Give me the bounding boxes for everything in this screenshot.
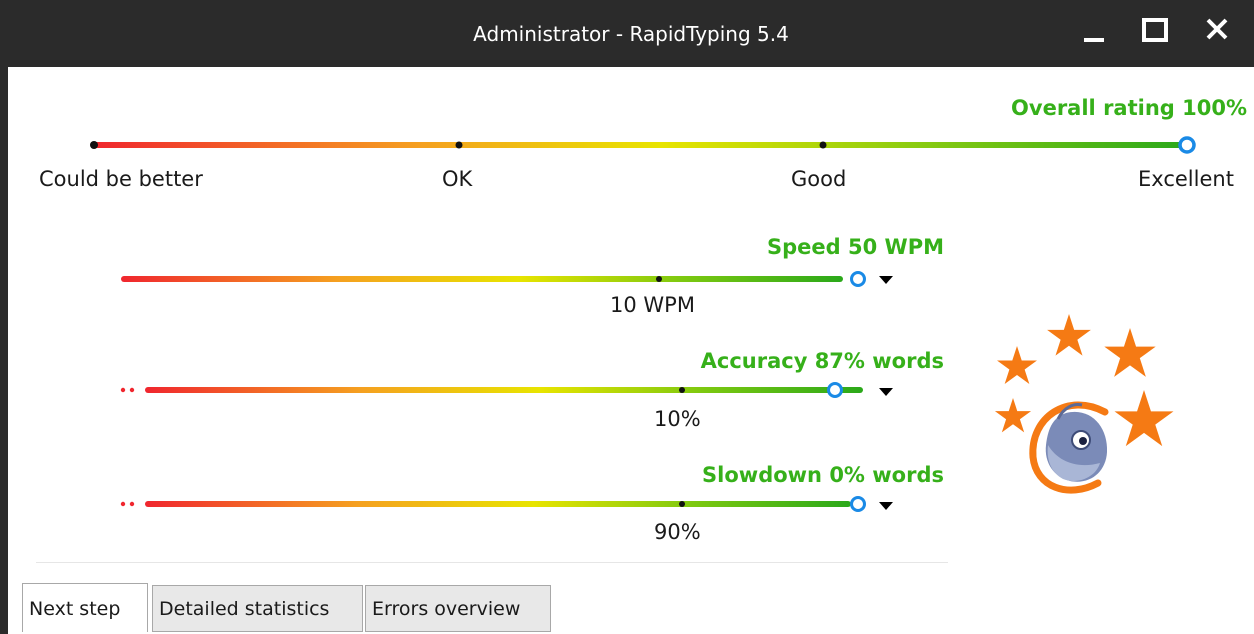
tick-label-could-be-better: Could be better xyxy=(39,167,203,191)
slowdown-label: Slowdown 0% words xyxy=(702,463,944,487)
tick-label-ok: OK xyxy=(442,167,473,191)
speed-bar xyxy=(121,276,843,282)
overall-bar xyxy=(91,142,1186,148)
star-icon xyxy=(997,346,1037,384)
results-panel: Overall rating 100% Could be better OK G… xyxy=(8,67,1254,634)
accuracy-marker xyxy=(827,382,843,398)
speed-marker xyxy=(850,271,866,287)
accuracy-dropdown-arrow-icon[interactable] xyxy=(879,388,893,396)
tab-next-step[interactable]: Next step xyxy=(22,583,148,632)
slowdown-bar xyxy=(145,501,851,507)
overall-marker xyxy=(1178,136,1196,154)
slowdown-dropdown-arrow-icon[interactable] xyxy=(879,502,893,510)
slowdown-dot xyxy=(120,501,126,507)
star-icon xyxy=(1047,314,1091,356)
accuracy-dot xyxy=(120,387,126,393)
title-bar[interactable]: Administrator - RapidTyping 5.4 xyxy=(8,0,1254,67)
app-window: Administrator - RapidTyping 5.4 Overall … xyxy=(8,0,1254,634)
slowdown-marker-label: 90% xyxy=(654,520,701,544)
overall-tick-could-be-better xyxy=(90,141,98,149)
accuracy-dot xyxy=(129,387,135,393)
slowdown-tick xyxy=(679,501,685,507)
accuracy-tick xyxy=(679,387,685,393)
tab-detailed-statistics[interactable]: Detailed statistics xyxy=(152,585,363,632)
close-button[interactable] xyxy=(1200,14,1240,54)
tick-label-excellent: Excellent xyxy=(1138,167,1234,191)
minimize-icon xyxy=(1084,38,1104,42)
dolphin-logo-icon xyxy=(1029,401,1109,494)
window-title: Administrator - RapidTyping 5.4 xyxy=(473,22,789,46)
tick-label-good: Good xyxy=(791,167,847,191)
maximize-icon xyxy=(1142,18,1168,42)
speed-marker-label: 10 WPM xyxy=(610,293,695,317)
speed-label: Speed 50 WPM xyxy=(767,235,944,259)
accuracy-bar xyxy=(145,387,863,393)
speed-tick xyxy=(656,276,662,282)
tab-errors-overview[interactable]: Errors overview xyxy=(365,585,551,632)
overall-tick-ok xyxy=(455,141,463,149)
slowdown-marker xyxy=(850,496,866,512)
star-icon xyxy=(1114,390,1174,447)
accuracy-label: Accuracy 87% words xyxy=(700,349,944,373)
minimize-button[interactable] xyxy=(1076,14,1116,54)
star-icon xyxy=(994,398,1032,433)
rating-graphics xyxy=(90,136,1196,512)
slowdown-dot xyxy=(129,501,135,507)
divider xyxy=(36,562,948,563)
overall-rating-label: Overall rating 100% xyxy=(1011,96,1247,120)
speed-dropdown-arrow-icon[interactable] xyxy=(879,276,893,284)
overall-tick-good xyxy=(819,141,827,149)
close-icon xyxy=(1206,18,1228,40)
maximize-button[interactable] xyxy=(1138,14,1178,54)
accuracy-marker-label: 10% xyxy=(654,407,701,431)
star-icon xyxy=(1104,328,1156,377)
